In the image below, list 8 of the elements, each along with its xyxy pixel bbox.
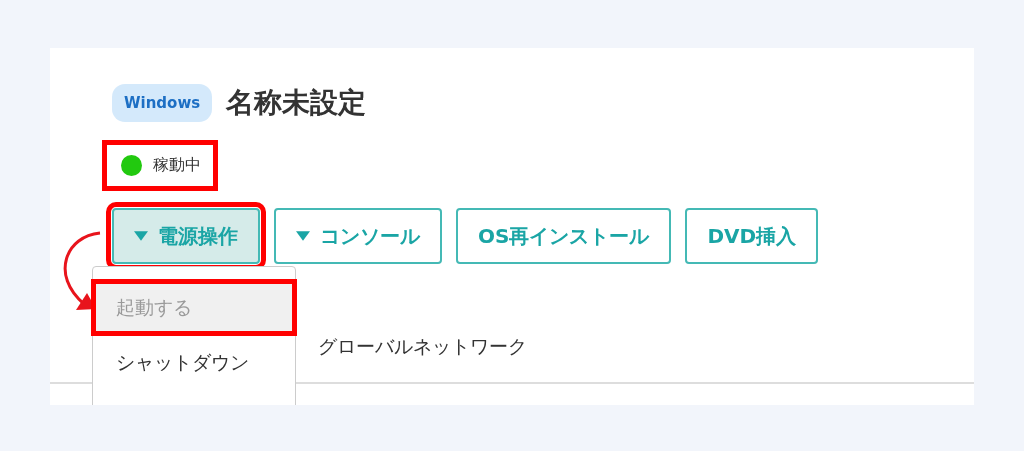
action-button[interactable]: OS再インストール	[456, 208, 672, 264]
status-label: 稼動中	[153, 155, 201, 176]
server-name: 名称未設定	[226, 85, 367, 121]
os-badge: Windows	[112, 84, 213, 122]
action-button[interactable]: コンソール	[274, 208, 442, 264]
menu-item[interactable]: シャットダウン	[96, 339, 292, 386]
action-button[interactable]: DVD挿入	[685, 208, 819, 264]
tab[interactable]: グローバルネットワーク	[318, 335, 527, 357]
